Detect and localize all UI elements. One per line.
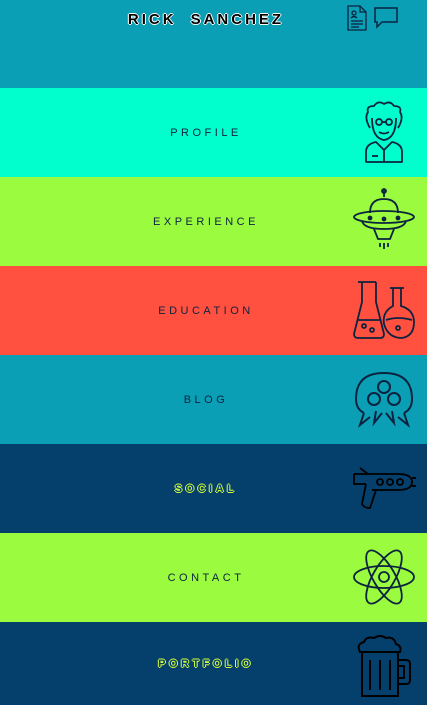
ufo-icon — [350, 187, 418, 255]
menu-item-education[interactable]: EDUCATION — [0, 266, 427, 355]
menu-item-experience[interactable]: EXPERIENCE — [0, 177, 427, 266]
ray-gun-icon — [350, 454, 418, 522]
menu-item-blog[interactable]: BLOG — [0, 355, 427, 444]
flasks-icon — [350, 276, 418, 344]
menu-item-portfolio[interactable]: PORTFOLIO — [0, 622, 427, 705]
header: RICK SANCHEZ — [0, 0, 427, 88]
beer-mug-icon — [350, 632, 418, 700]
app-root: RICK SANCHEZ PROFILE EXPERIENCE EDUCATIO… — [0, 0, 427, 705]
title-last-name: SANCHEZ — [190, 11, 285, 28]
menu-item-social[interactable]: SOCIAL — [0, 444, 427, 533]
title-first-name: RICK — [127, 11, 177, 28]
menu-item-contact[interactable]: CONTACT — [0, 533, 427, 622]
scientist-icon — [350, 98, 418, 166]
menu-item-profile[interactable]: PROFILE — [0, 88, 427, 177]
chat-icon[interactable] — [373, 5, 399, 31]
atom-icon — [350, 543, 418, 611]
resume-icon[interactable] — [344, 5, 370, 31]
alien-creature-icon — [350, 365, 418, 433]
